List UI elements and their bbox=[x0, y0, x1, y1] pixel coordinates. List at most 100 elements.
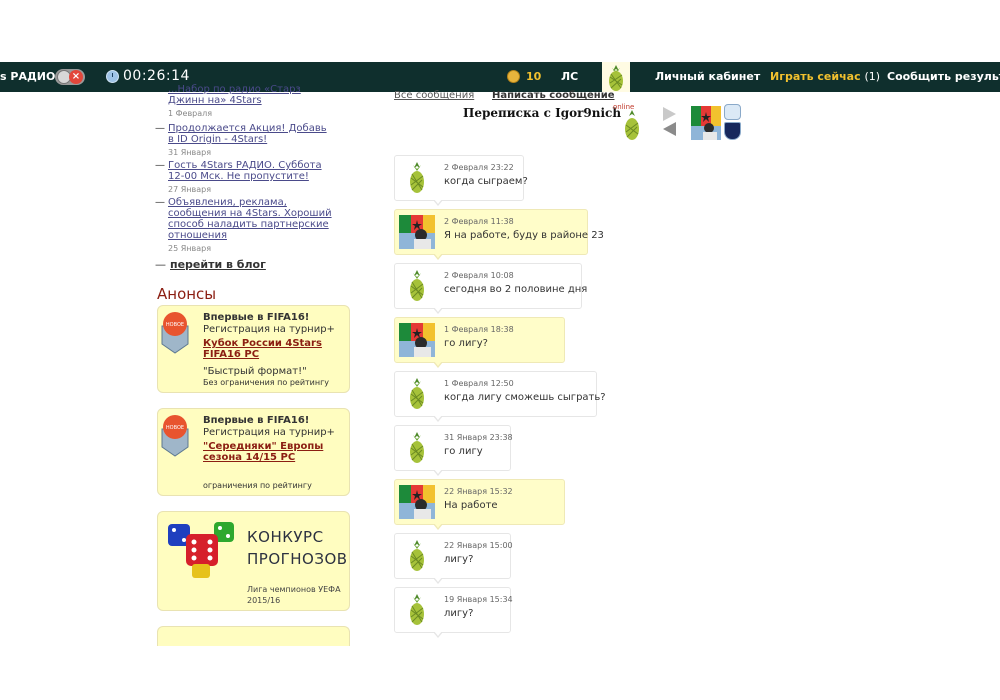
message-item: 2 Февраля 23:22 когда сыграем? bbox=[394, 155, 528, 206]
message-text: когда сыграем? bbox=[444, 176, 528, 187]
message-item: 22 Января 15:00 лигу? bbox=[394, 533, 513, 584]
session-timer: 00:26:14 bbox=[123, 68, 190, 84]
new-badge-icon: НОВОЕ bbox=[158, 310, 192, 354]
contest-title-line2: ПРОГНОЗОВ bbox=[247, 550, 348, 568]
promo-subtitle: Регистрация на турнир+ bbox=[203, 324, 335, 335]
private-messages-link[interactable]: ЛС bbox=[561, 70, 578, 83]
message-tail bbox=[433, 469, 443, 476]
promo-card-partial[interactable] bbox=[157, 626, 350, 646]
contest-banner[interactable]: КОНКУРС ПРОГНОЗОВ Лига чемпионов УЕФА 20… bbox=[157, 511, 350, 611]
news-date: 31 Января bbox=[168, 148, 212, 157]
clock-icon bbox=[106, 70, 119, 83]
promo-card[interactable]: НОВОЕ Впервые в FIFA16! Регистрация на т… bbox=[157, 305, 350, 393]
news-date: 25 Января bbox=[168, 244, 212, 253]
news-link[interactable]: Объявления, реклама, сообщения на 4Stars… bbox=[168, 197, 335, 241]
coin-icon bbox=[507, 70, 520, 83]
message-time: 19 Января 15:34 bbox=[444, 595, 513, 604]
play-now-link[interactable]: Играть сейчас (1) bbox=[770, 70, 880, 83]
promo-link[interactable]: Кубок России 4Stars FIFA16 PC bbox=[203, 338, 343, 360]
new-badge-icon: НОВОЕ bbox=[158, 413, 192, 457]
message-text: го лигу bbox=[444, 446, 483, 457]
message-tail bbox=[433, 253, 443, 260]
news-link[interactable]: Гость 4Stars РАДИО. Суббота 12-00 Мск. Н… bbox=[168, 160, 335, 182]
announcements-heading: Анонсы bbox=[157, 285, 217, 303]
club-badge-icon bbox=[724, 104, 741, 120]
message-item: 1 Февраля 18:38 го лигу? bbox=[394, 317, 565, 368]
message-tail bbox=[433, 523, 443, 530]
news-item: ...Набор по радио «Старз Джинн на» 4Star… bbox=[155, 84, 335, 118]
coin-balance[interactable]: 10 bbox=[526, 70, 541, 83]
message-text: когда лигу сможешь сыграть? bbox=[444, 392, 606, 403]
partner-avatar-icon[interactable] bbox=[399, 431, 435, 465]
dice-icon bbox=[168, 522, 234, 578]
message-time: 2 Февраля 23:22 bbox=[444, 163, 514, 172]
message-text: На работе bbox=[444, 500, 498, 511]
news-link[interactable]: Продолжается Акция! Добавь в ID Origin -… bbox=[168, 123, 335, 145]
swap-left-arrow-icon[interactable] bbox=[663, 122, 676, 136]
message-item: 22 Января 15:32 На работе bbox=[394, 479, 565, 530]
radio-label[interactable]: s РАДИО bbox=[0, 70, 55, 83]
message-text: лигу? bbox=[444, 608, 474, 619]
my-avatar-icon[interactable] bbox=[399, 215, 435, 249]
svg-text:НОВОЕ: НОВОЕ bbox=[166, 322, 184, 328]
message-item: 1 Февраля 12:50 когда лигу сможешь сыграт… bbox=[394, 371, 606, 422]
news-item: — Продолжается Акция! Добавь в ID Origin… bbox=[155, 123, 335, 157]
club-crest-icon bbox=[724, 122, 741, 140]
blog-link[interactable]: перейти в блог bbox=[170, 258, 266, 271]
partner-avatar-icon[interactable] bbox=[399, 161, 435, 195]
message-text: сегодня во 2 половине дня bbox=[444, 284, 588, 295]
message-tail bbox=[433, 577, 443, 584]
promo-link[interactable]: "Середняки" Европы сезона 14/15 PC bbox=[203, 441, 343, 463]
swap-right-arrow-icon[interactable] bbox=[663, 107, 676, 121]
message-item: 31 Января 23:38 го лигу bbox=[394, 425, 513, 476]
message-item: 2 Февраля 10:08 сегодня во 2 половине дня bbox=[394, 263, 587, 314]
report-result-link[interactable]: Сообщить результат bbox=[887, 70, 1000, 83]
my-avatar-icon[interactable] bbox=[691, 106, 721, 140]
message-time: 31 Января 23:38 bbox=[444, 433, 513, 442]
top-bar: s РАДИО × 00:26:14 10 ЛС Личный кабинет … bbox=[0, 62, 1000, 92]
message-tail bbox=[433, 415, 443, 422]
user-avatar-icon[interactable] bbox=[602, 62, 630, 92]
message-time: 1 Февраля 18:38 bbox=[444, 325, 514, 334]
message-tail bbox=[433, 361, 443, 368]
tab-write-message[interactable]: Написать сообщение bbox=[492, 90, 615, 101]
partner-avatar-icon[interactable] bbox=[399, 593, 435, 627]
partner-avatar-icon[interactable] bbox=[399, 377, 435, 411]
message-time: 2 Февраля 11:38 bbox=[444, 217, 514, 226]
news-link[interactable]: ...Набор по радио «Старз Джинн на» 4Star… bbox=[168, 84, 335, 106]
news-item: — Гость 4Stars РАДИО. Суббота 12-00 Мск.… bbox=[155, 160, 335, 194]
message-item: 2 Февраля 11:38 Я на работе, буду в район… bbox=[394, 209, 604, 260]
promo-quote: "Быстрый формат!" bbox=[203, 366, 307, 377]
message-tail bbox=[433, 307, 443, 314]
promo-card[interactable]: НОВОЕ Впервые в FIFA16! Регистрация на т… bbox=[157, 408, 350, 496]
my-avatar-icon[interactable] bbox=[399, 323, 435, 357]
message-time: 22 Января 15:00 bbox=[444, 541, 513, 550]
message-item: 19 Января 15:34 лигу? bbox=[394, 587, 513, 638]
my-avatar-icon[interactable] bbox=[399, 485, 435, 519]
message-text: го лигу? bbox=[444, 338, 488, 349]
blog-link-row: — перейти в блог bbox=[155, 258, 266, 271]
conversation-title: Переписка с Igor9nich bbox=[463, 106, 622, 120]
promo-subtitle: Регистрация на турнир+ bbox=[203, 427, 335, 438]
personal-cabinet-link[interactable]: Личный кабинет bbox=[655, 70, 760, 83]
partner-avatar-icon[interactable] bbox=[399, 269, 435, 303]
partner-avatar-icon[interactable] bbox=[399, 539, 435, 573]
promo-note: ограничения по рейтингу bbox=[203, 481, 312, 490]
contest-subtitle: Лига чемпионов УЕФА bbox=[247, 585, 341, 594]
svg-text:НОВОЕ: НОВОЕ bbox=[166, 425, 184, 431]
message-text: Я на работе, буду в районе 23 bbox=[444, 230, 604, 241]
news-date: 1 Февраля bbox=[168, 109, 213, 118]
message-time: 22 Января 15:32 bbox=[444, 487, 513, 496]
message-text: лигу? bbox=[444, 554, 474, 565]
contest-title-line1: КОНКУРС bbox=[247, 528, 324, 546]
tab-all-messages[interactable]: Все сообщения bbox=[394, 90, 474, 101]
partner-avatar-icon[interactable] bbox=[620, 108, 644, 141]
news-date: 27 Января bbox=[168, 185, 212, 194]
message-time: 1 Февраля 12:50 bbox=[444, 379, 514, 388]
contest-season: 2015/16 bbox=[247, 596, 281, 605]
message-tail bbox=[433, 199, 443, 206]
message-tail bbox=[433, 631, 443, 638]
news-item: — Объявления, реклама, сообщения на 4Sta… bbox=[155, 197, 335, 253]
radio-toggle-icon[interactable]: × bbox=[55, 69, 85, 85]
promo-title: Впервые в FIFA16! bbox=[203, 312, 310, 323]
